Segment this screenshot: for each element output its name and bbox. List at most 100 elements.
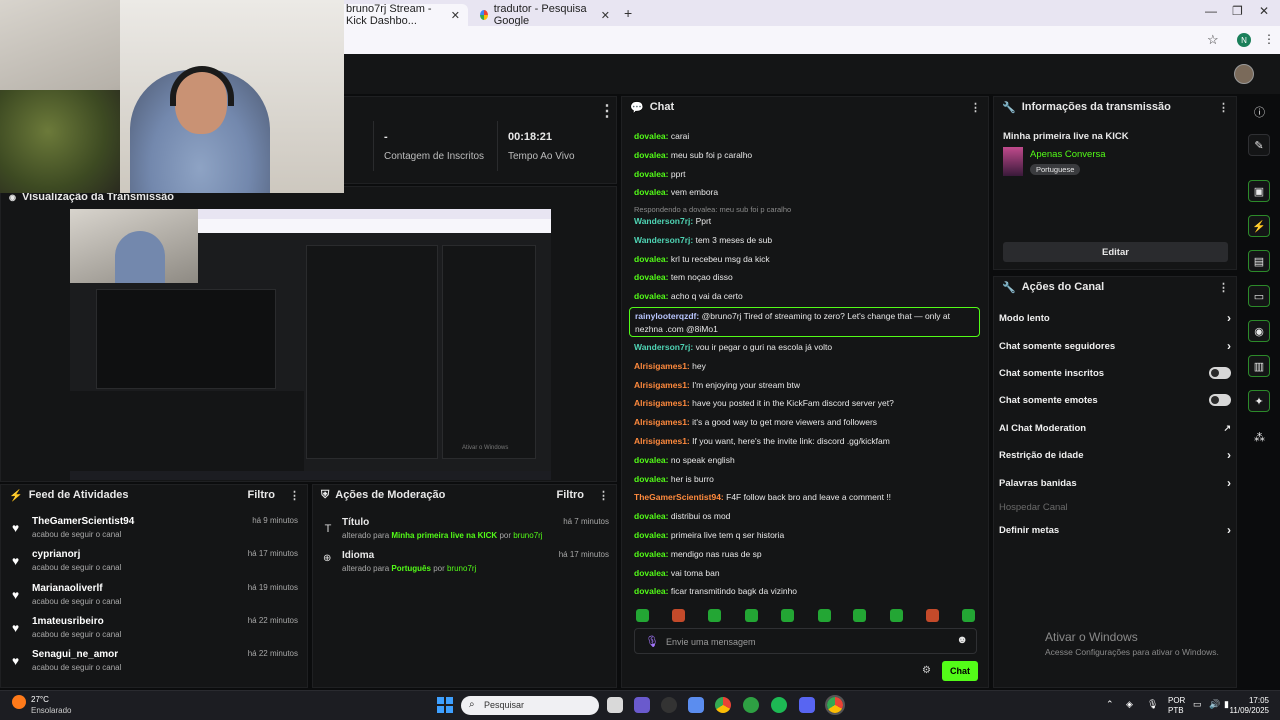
task-view-icon[interactable] <box>607 697 623 713</box>
detail-user[interactable]: bruno7rj <box>447 564 476 573</box>
chat-username[interactable]: Alrisigames1: <box>634 380 690 390</box>
feed-item[interactable]: ♥ Marianaoliverlf acabou de seguir o canal… <box>0 583 306 616</box>
chat-username[interactable]: Alrisigames1: <box>634 417 690 427</box>
feed-username[interactable]: Marianaoliverlf <box>32 583 103 594</box>
keyboard-layout[interactable]: PTB <box>1168 706 1184 715</box>
chat-username[interactable]: dovalea: <box>634 568 669 578</box>
chrome-active-icon[interactable] <box>825 695 845 715</box>
volume-icon[interactable]: 🔊 <box>1209 699 1220 710</box>
chat-username[interactable]: Alrisigames1: <box>634 436 690 446</box>
close-window-icon[interactable]: ✕ <box>1259 4 1269 18</box>
chat-username[interactable]: dovalea: <box>634 169 669 179</box>
moderation-item[interactable]: ⊕ Idioma alterado para Português por bruno… <box>312 549 617 579</box>
channel-action-4[interactable]: AI Chat Moderation ↗ <box>999 419 1231 437</box>
chat-username[interactable]: dovalea: <box>634 511 669 521</box>
chat-settings-gear-icon[interactable]: ⚙ <box>922 665 931 676</box>
new-tab-button[interactable]: + <box>624 5 632 21</box>
chrome-icon[interactable] <box>715 697 731 713</box>
spotify-icon[interactable] <box>771 697 787 713</box>
moderation-filter-button[interactable]: Filtro <box>557 489 585 502</box>
feed-username[interactable]: 1mateusribeiro <box>32 616 104 627</box>
emote-icon[interactable] <box>745 609 758 622</box>
close-tab-icon[interactable]: ✕ <box>601 9 610 22</box>
chat-menu-icon[interactable]: ⋮ <box>970 101 981 114</box>
channel-action-1[interactable]: Chat somente seguidores › <box>999 337 1231 355</box>
chat-username[interactable]: TheGamerScientist94: <box>634 492 724 502</box>
chat-username[interactable]: dovalea: <box>634 254 669 264</box>
apps-icon[interactable]: ⁂ <box>1254 431 1265 444</box>
clock-time[interactable]: 17:05 <box>1229 696 1269 705</box>
network-icon[interactable]: ▭ <box>1193 699 1202 710</box>
chat-username[interactable]: dovalea: <box>634 150 669 160</box>
edit-button[interactable]: Editar <box>1003 242 1228 262</box>
mic-icon[interactable]: 🎙 <box>645 635 659 648</box>
discord-icon[interactable] <box>799 697 815 713</box>
app-icon[interactable] <box>743 697 759 713</box>
actions-menu-icon[interactable]: ⋮ <box>1218 281 1229 294</box>
menu-icon[interactable]: ⋮ <box>1263 32 1275 46</box>
chat-username[interactable]: Wanderson7rj: <box>634 342 693 352</box>
emote-icon[interactable] <box>636 609 649 622</box>
user-avatar[interactable] <box>1234 64 1254 84</box>
emote-icon[interactable] <box>781 609 794 622</box>
channel-action-7[interactable]: Hospedar Canal <box>999 498 1231 516</box>
maximize-icon[interactable]: ❐ <box>1232 4 1243 18</box>
toggle-switch[interactable] <box>1209 394 1231 406</box>
feed-username[interactable]: cyprianorj <box>32 549 80 560</box>
minimize-icon[interactable]: — <box>1205 4 1217 18</box>
chat-input[interactable]: 🎙 Envie uma mensagem ☻ <box>634 628 977 654</box>
feed-filter-button[interactable]: Filtro <box>248 489 276 502</box>
id-card-icon[interactable]: ▥ <box>1248 355 1270 377</box>
profile-avatar[interactable]: N <box>1237 33 1251 47</box>
channel-action-5[interactable]: Restrição de idade › <box>999 446 1231 464</box>
channel-action-6[interactable]: Palavras banidas › <box>999 474 1231 492</box>
chat-username[interactable]: dovalea: <box>634 455 669 465</box>
feed-item[interactable]: ♥ 1mateusribeiro acabou de seguir o canal h… <box>0 616 306 649</box>
app-icon[interactable] <box>661 697 677 713</box>
close-tab-icon[interactable]: ✕ <box>451 9 460 22</box>
info-icon[interactable]: ⓘ <box>1254 104 1265 120</box>
feed-item[interactable]: ♥ TheGamerScientist94 acabou de seguir o c… <box>0 516 306 549</box>
bookmark-star-icon[interactable]: ☆ <box>1207 32 1219 48</box>
feed-username[interactable]: TheGamerScientist94 <box>32 516 134 527</box>
highlighted-message[interactable]: rainylooterqzdf: @bruno7rj Tired of stre… <box>629 307 980 337</box>
emote-icon[interactable] <box>708 609 721 622</box>
category-name[interactable]: Apenas Conversa <box>1030 149 1106 160</box>
chat-icon[interactable]: ▭ <box>1248 285 1270 307</box>
microphone-icon[interactable]: 🎙 <box>1147 699 1158 710</box>
chat-username[interactable]: dovalea: <box>634 549 669 559</box>
chat-username[interactable]: Wanderson7rj: <box>634 216 693 226</box>
toggle-switch[interactable] <box>1209 367 1231 379</box>
stats-menu-icon[interactable]: ⋮ <box>599 101 615 121</box>
send-chat-button[interactable]: Chat <box>942 661 978 681</box>
moderation-menu-icon[interactable]: ⋮ <box>598 489 609 502</box>
tray-app-icon[interactable]: ◈ <box>1126 699 1133 710</box>
broadcast-icon[interactable]: ◉ <box>1248 320 1270 342</box>
chat-username[interactable]: dovalea: <box>634 291 669 301</box>
chat-username[interactable]: Alrisigames1: <box>634 361 690 371</box>
chat-username[interactable]: dovalea: <box>634 586 669 596</box>
language-indicator[interactable]: POR <box>1168 696 1185 705</box>
chat-username[interactable]: dovalea: <box>634 474 669 484</box>
screen-icon[interactable]: ▣ <box>1248 180 1270 202</box>
stream-preview-video[interactable]: Ativar o Windows <box>70 209 551 480</box>
emote-icon[interactable] <box>926 609 939 622</box>
weather-sun-icon[interactable] <box>12 695 26 709</box>
tab-kick-dashboard[interactable]: bruno7rj Stream - Kick Dashbo... ✕ <box>338 3 468 27</box>
tray-chevron-icon[interactable]: ⌃ <box>1106 699 1114 710</box>
windows-start-icon[interactable] <box>437 697 453 713</box>
emoji-icon[interactable]: ☻ <box>956 634 968 646</box>
feed-username[interactable]: Senagui_ne_amor <box>32 649 118 660</box>
channel-action-2[interactable]: Chat somente inscritos <box>999 364 1231 382</box>
chat-username[interactable]: Wanderson7rj: <box>634 235 693 245</box>
channel-action-8[interactable]: Definir metas › <box>999 521 1231 539</box>
copilot-icon[interactable] <box>688 697 704 713</box>
chat-username[interactable]: rainylooterqzdf: <box>635 311 699 321</box>
chat-username[interactable]: dovalea: <box>634 131 669 141</box>
feed-item[interactable]: ♥ Senagui_ne_amor acabou de seguir o canal… <box>0 649 306 682</box>
feed-item[interactable]: ♥ cyprianorj acabou de seguir o canal há 17… <box>0 549 306 582</box>
clock-date[interactable]: 11/09/2025 <box>1222 706 1269 715</box>
channel-action-0[interactable]: Modo lento › <box>999 309 1231 327</box>
lightning-icon[interactable]: ⚡ <box>1248 215 1270 237</box>
emote-icon[interactable] <box>890 609 903 622</box>
